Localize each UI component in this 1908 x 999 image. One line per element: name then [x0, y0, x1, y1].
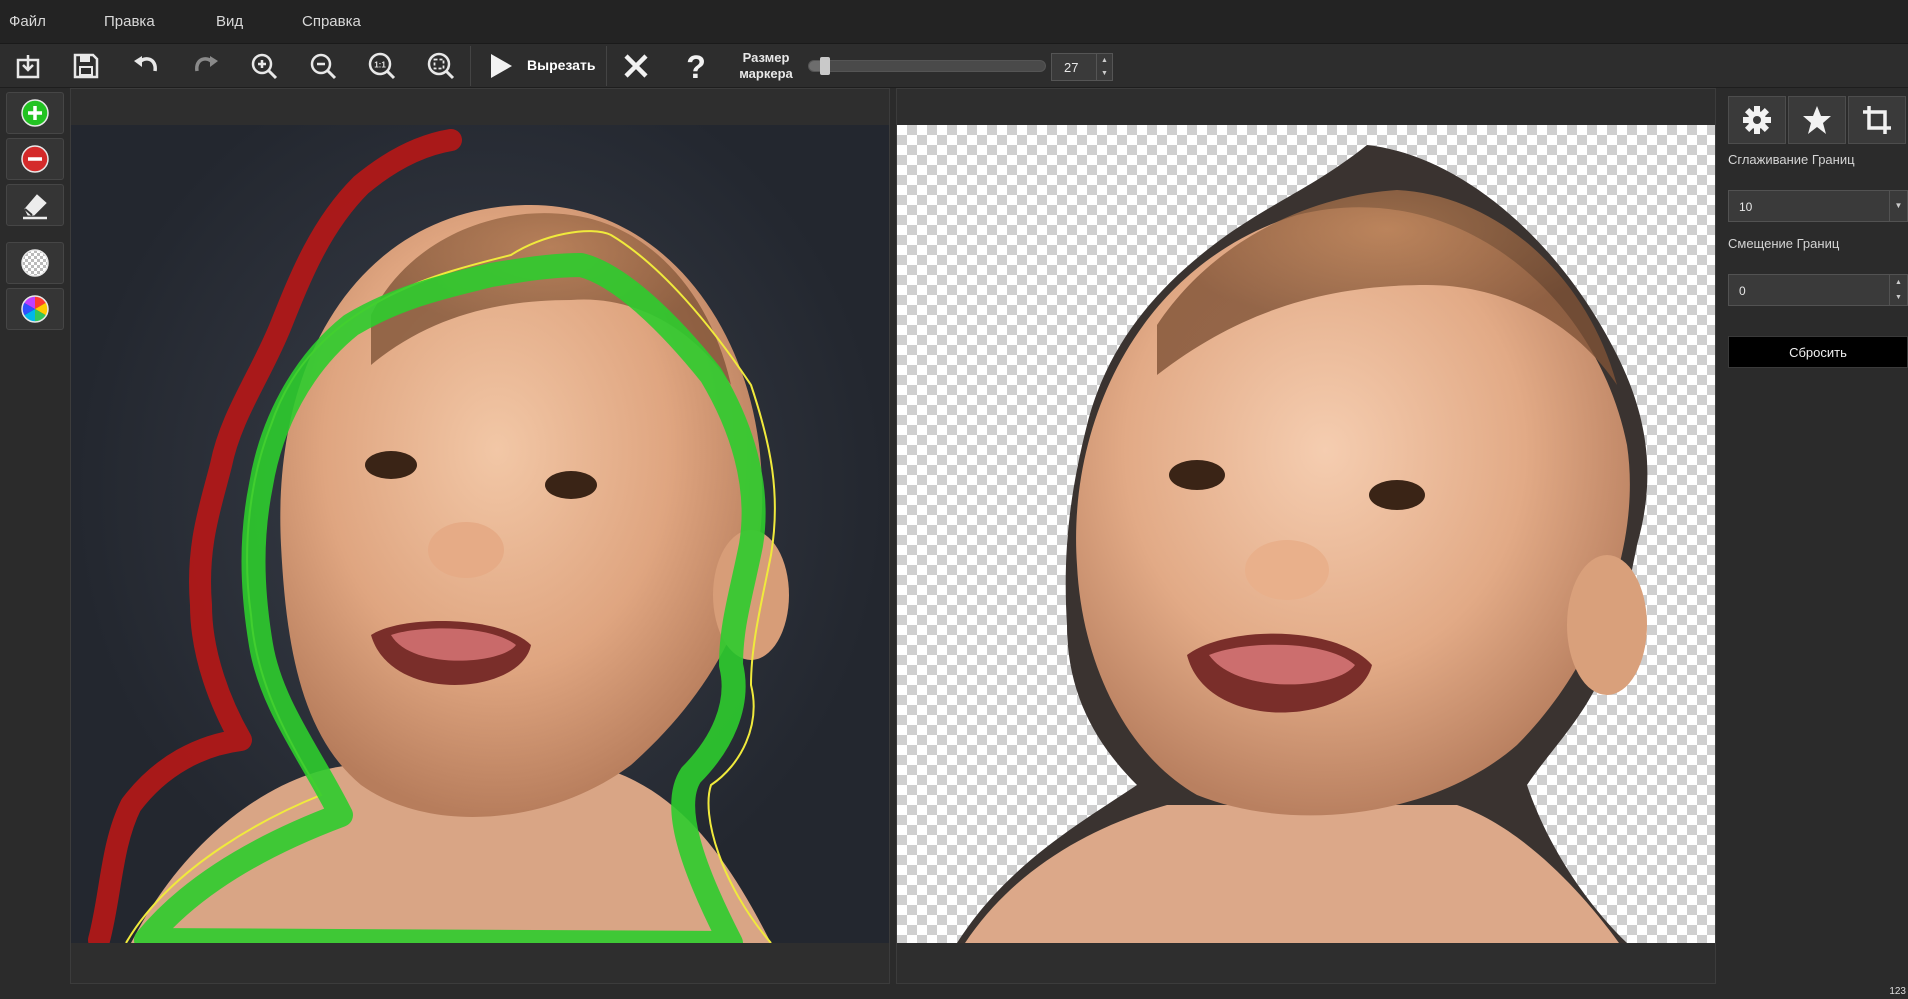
remove-area-tool[interactable] — [6, 138, 64, 180]
help-icon: ? — [686, 51, 706, 81]
baby-nose — [428, 522, 504, 578]
background-color-tool[interactable] — [6, 288, 64, 330]
help-button[interactable]: ? — [676, 48, 716, 84]
cut-button-label[interactable]: Вырезать — [527, 57, 595, 73]
star-icon — [1803, 106, 1831, 134]
svg-text:?: ? — [686, 51, 706, 81]
menu-view[interactable]: Вид — [216, 13, 243, 30]
menu-help[interactable]: Справка — [302, 13, 361, 30]
cutout-eye-left — [1169, 460, 1225, 490]
import-button[interactable] — [8, 48, 48, 84]
gear-icon — [1743, 106, 1771, 134]
eraser-tool[interactable] — [6, 184, 64, 226]
redo-button[interactable] — [186, 48, 226, 84]
transparent-bg-icon — [21, 249, 49, 277]
import-icon — [16, 55, 40, 79]
svg-text:1:1: 1:1 — [374, 61, 386, 70]
baby-eye-right — [545, 471, 597, 499]
tab-effects[interactable] — [1788, 96, 1846, 144]
zoom-1-1-icon: 1:1 — [368, 52, 396, 80]
menu-edit[interactable]: Правка — [104, 13, 155, 30]
marker-size-spinbox[interactable]: 27 ▲ ▼ — [1051, 53, 1113, 81]
preview-image[interactable] — [897, 125, 1715, 943]
smoothing-dropdown[interactable]: 10 ▼ — [1728, 190, 1908, 222]
undo-button[interactable] — [126, 48, 166, 84]
cutout-ear — [1567, 555, 1647, 695]
source-image[interactable] — [71, 125, 889, 943]
spin-arrows[interactable]: ▲ ▼ — [1889, 275, 1907, 305]
preview-panel — [896, 88, 1716, 984]
source-panel — [70, 88, 890, 984]
slider-thumb[interactable] — [820, 57, 830, 75]
cancel-button[interactable] — [616, 48, 656, 84]
close-icon — [624, 54, 648, 78]
add-area-icon — [21, 99, 49, 127]
marker-size-slider[interactable] — [808, 57, 1046, 75]
save-icon — [73, 53, 99, 79]
menu-file[interactable]: Файл — [9, 13, 46, 30]
offset-spinbox[interactable]: 0 ▲ ▼ — [1728, 274, 1908, 306]
save-button[interactable] — [66, 48, 106, 84]
eraser-icon — [23, 194, 47, 220]
source-canvas[interactable] — [71, 125, 889, 943]
zoom-1-1-button[interactable]: 1:1 — [362, 48, 402, 84]
color-wheel-icon — [21, 295, 49, 323]
cut-button[interactable] — [480, 48, 520, 84]
toolbar-separator — [606, 46, 607, 86]
marker-size-label: Размер маркера — [739, 50, 793, 81]
tab-settings[interactable] — [1728, 96, 1786, 144]
cutout-nose — [1245, 540, 1329, 600]
marker-size-value[interactable]: 27 — [1064, 60, 1078, 75]
zoom-out-button[interactable] — [303, 48, 343, 84]
spin-arrows[interactable]: ▲ ▼ — [1096, 54, 1112, 80]
zoom-in-icon — [251, 53, 278, 80]
corner-text: 123 — [1889, 986, 1906, 997]
toolbar: 1:1 Вырезать ? Размер маркера 27 ▲ ▼ — [0, 44, 1908, 88]
chevron-down-icon[interactable]: ▼ — [1889, 191, 1907, 221]
remove-area-icon — [21, 145, 49, 173]
baby-eye-left — [365, 451, 417, 479]
toolbar-separator — [470, 46, 471, 86]
menu-bar: Файл Правка Вид Справка — [0, 0, 1908, 44]
smoothing-label: Сглаживание Границ — [1728, 152, 1855, 167]
offset-label: Смещение Границ — [1728, 236, 1840, 251]
preview-canvas[interactable] — [897, 125, 1715, 943]
redo-icon — [195, 56, 218, 72]
undo-icon — [134, 56, 157, 72]
smoothing-value[interactable]: 10 — [1739, 200, 1752, 214]
add-area-tool[interactable] — [6, 92, 64, 134]
fit-screen-button[interactable] — [421, 48, 461, 84]
crop-icon — [1863, 106, 1891, 134]
offset-value[interactable]: 0 — [1739, 284, 1746, 298]
tool-palette — [4, 92, 66, 996]
cutout-eye-right — [1369, 480, 1425, 510]
play-icon — [491, 54, 512, 78]
fit-screen-icon — [427, 52, 455, 80]
zoom-out-icon — [310, 53, 337, 80]
tab-crop[interactable] — [1848, 96, 1906, 144]
zoom-in-button[interactable] — [244, 48, 284, 84]
settings-panel: Сглаживание Границ 10 ▼ Смещение Границ … — [1720, 88, 1908, 999]
transparent-background-tool[interactable] — [6, 242, 64, 284]
reset-button[interactable]: Сбросить — [1728, 336, 1908, 368]
